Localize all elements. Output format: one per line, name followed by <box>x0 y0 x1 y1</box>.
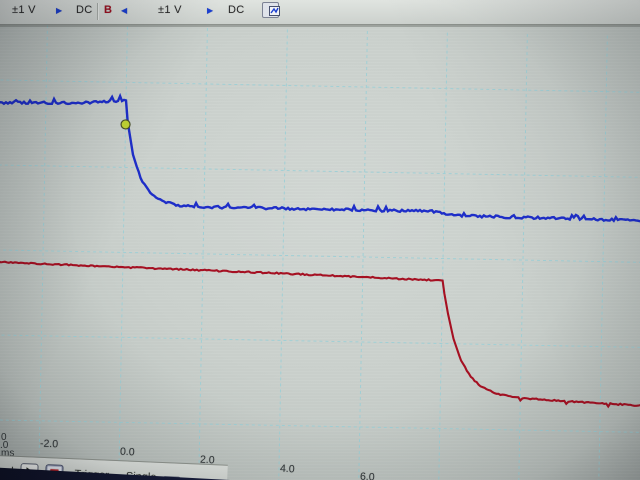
channel-b-label[interactable]: B <box>104 4 112 16</box>
dropdown-right-icon[interactable]: ▶ <box>207 6 213 15</box>
channel-a-range-control[interactable]: ±1 V <box>12 4 36 16</box>
scope-plot-area[interactable]: 0 .0 ms -2.0 0.0 2.0 4.0 6.0 <box>0 0 640 480</box>
trigger-marker[interactable] <box>120 119 131 130</box>
dropdown-left-icon[interactable]: ◀ <box>121 6 127 15</box>
window-icon <box>269 6 280 16</box>
scope-window-icon-button[interactable] <box>262 2 280 18</box>
trigger-label: Trigger <box>74 467 110 480</box>
trace-canvas <box>0 24 640 480</box>
start-capture-button[interactable] <box>20 463 39 480</box>
channel-B-trace <box>0 260 640 409</box>
x-tick-label: -2.0 <box>39 437 59 451</box>
x-tick-label: 4.0 <box>279 462 295 475</box>
trigger-mode-select[interactable]: Single <box>126 470 157 480</box>
channel-a-coupling-control[interactable]: DC <box>76 4 93 16</box>
channel-A-trace <box>0 92 640 223</box>
play-icon <box>26 466 35 478</box>
grid <box>0 24 640 480</box>
status-text-clipped: ed <box>1 464 14 478</box>
channel-toolbar: ±1 V ▶ DC B ◀ ±1 V ▶ DC <box>0 0 640 25</box>
x-tick-label: 6.0 <box>359 470 375 480</box>
x-tick-label: 0.0 <box>119 445 135 459</box>
channel-b-range-control[interactable]: ±1 V <box>158 4 182 16</box>
dropdown-right-icon[interactable]: ▶ <box>56 6 62 15</box>
stop-icon <box>50 468 59 478</box>
toolbar-separator <box>97 3 98 20</box>
trigger-setup-button[interactable] <box>162 475 181 480</box>
screen-photo: 0 .0 ms -2.0 0.0 2.0 4.0 6.0 ±1 V ▶ DC B ◀ ±… <box>0 0 640 480</box>
channel-b-coupling-control[interactable]: DC <box>228 4 245 16</box>
stop-capture-button[interactable] <box>45 464 64 480</box>
